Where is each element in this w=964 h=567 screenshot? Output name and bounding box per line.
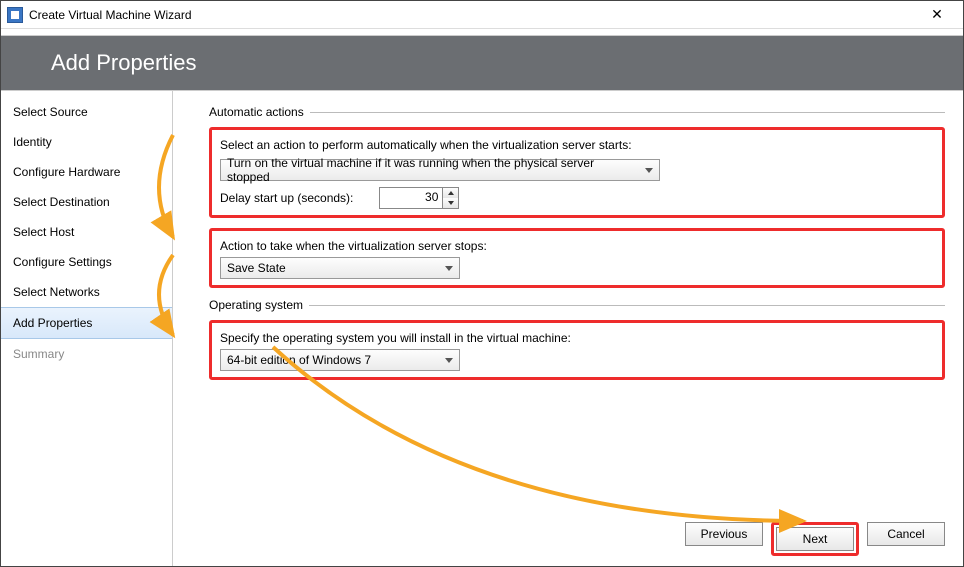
sidebar: Select Source Identity Configure Hardwar… — [1, 91, 173, 566]
sidebar-item-add-properties[interactable]: Add Properties — [1, 307, 172, 339]
highlight-next: Next — [771, 522, 859, 556]
sidebar-item-summary[interactable]: Summary — [1, 339, 172, 369]
sidebar-item-select-destination[interactable]: Select Destination — [1, 187, 172, 217]
window-title: Create Virtual Machine Wizard — [29, 8, 917, 22]
section-label-automatic: Automatic actions — [209, 105, 304, 119]
start-action-value: Turn on the virtual machine if it was ru… — [227, 156, 639, 184]
os-label: Specify the operating system you will in… — [220, 331, 934, 345]
sidebar-item-identity[interactable]: Identity — [1, 127, 172, 157]
stop-action-label: Action to take when the virtualization s… — [220, 239, 934, 253]
wizard-buttons: Previous Next Cancel — [209, 512, 945, 558]
app-icon — [7, 7, 23, 23]
stop-action-value: Save State — [227, 261, 286, 275]
next-button[interactable]: Next — [776, 527, 854, 551]
sidebar-item-select-source[interactable]: Select Source — [1, 97, 172, 127]
highlight-start-action: Select an action to perform automaticall… — [209, 127, 945, 218]
section-automatic-actions: Automatic actions — [209, 105, 945, 119]
delay-spinner[interactable]: 30 — [379, 187, 459, 209]
previous-button[interactable]: Previous — [685, 522, 763, 546]
page-title: Add Properties — [51, 50, 197, 76]
divider — [310, 112, 945, 113]
section-operating-system: Operating system — [209, 298, 945, 312]
cancel-button[interactable]: Cancel — [867, 522, 945, 546]
os-value: 64-bit edition of Windows 7 — [227, 353, 371, 367]
sidebar-item-select-host[interactable]: Select Host — [1, 217, 172, 247]
wizard-window: Create Virtual Machine Wizard ✕ Add Prop… — [0, 0, 964, 567]
sidebar-item-configure-settings[interactable]: Configure Settings — [1, 247, 172, 277]
delay-value: 30 — [380, 188, 442, 208]
stop-action-dropdown[interactable]: Save State — [220, 257, 460, 279]
start-action-label: Select an action to perform automaticall… — [220, 138, 934, 152]
spinner-up-icon[interactable] — [443, 188, 458, 198]
page-header: Add Properties — [1, 35, 963, 91]
highlight-stop-action: Action to take when the virtualization s… — [209, 228, 945, 288]
highlight-os: Specify the operating system you will in… — [209, 320, 945, 380]
delay-label: Delay start up (seconds): — [220, 191, 353, 205]
content-panel: Automatic actions Select an action to pe… — [173, 91, 963, 566]
sidebar-item-configure-hardware[interactable]: Configure Hardware — [1, 157, 172, 187]
spinner-down-icon[interactable] — [443, 198, 458, 208]
divider — [309, 305, 945, 306]
section-label-os: Operating system — [209, 298, 303, 312]
body: Select Source Identity Configure Hardwar… — [1, 91, 963, 566]
titlebar: Create Virtual Machine Wizard ✕ — [1, 1, 963, 29]
start-action-dropdown[interactable]: Turn on the virtual machine if it was ru… — [220, 159, 660, 181]
close-icon[interactable]: ✕ — [917, 2, 957, 28]
os-dropdown[interactable]: 64-bit edition of Windows 7 — [220, 349, 460, 371]
sidebar-item-select-networks[interactable]: Select Networks — [1, 277, 172, 307]
